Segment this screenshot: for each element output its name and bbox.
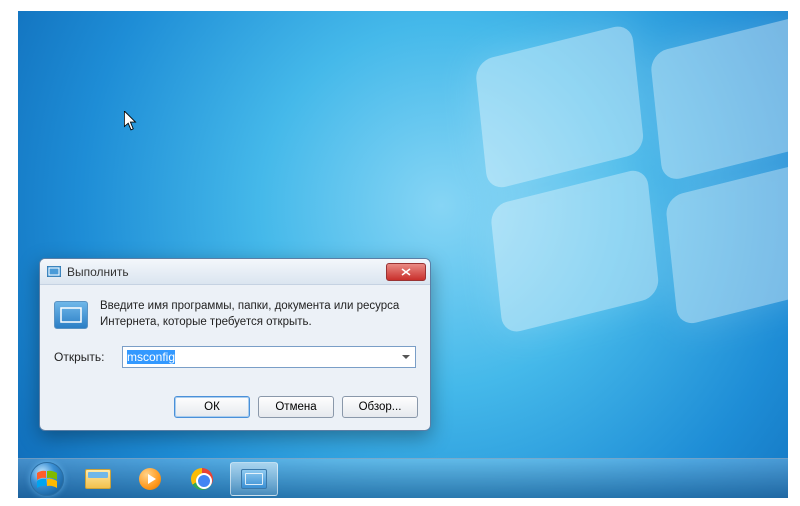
close-icon (401, 268, 411, 276)
chrome-icon (191, 468, 213, 490)
run-icon (46, 264, 62, 280)
taskbar-item-explorer[interactable] (74, 462, 122, 496)
taskbar-item-media-player[interactable] (126, 462, 174, 496)
ok-label: ОК (204, 401, 220, 413)
open-input[interactable] (125, 348, 397, 366)
windows-flag-wallpaper (473, 13, 788, 349)
open-combobox[interactable] (122, 346, 416, 368)
media-player-icon (139, 468, 161, 490)
mouse-cursor (124, 111, 138, 131)
dialog-description: Введите имя программы, папки, документа … (100, 299, 416, 330)
desktop[interactable]: Выполнить Введите имя программы, папки, … (18, 11, 788, 498)
ok-button[interactable]: ОК (174, 396, 250, 418)
explorer-icon (85, 469, 111, 489)
taskbar (18, 458, 788, 498)
taskbar-item-chrome[interactable] (178, 462, 226, 496)
chevron-down-icon[interactable] (399, 349, 413, 366)
taskbar-item-run[interactable] (230, 462, 278, 496)
titlebar[interactable]: Выполнить (40, 259, 430, 285)
dialog-title: Выполнить (67, 265, 386, 279)
cancel-button[interactable]: Отмена (258, 396, 334, 418)
cancel-label: Отмена (275, 401, 316, 413)
browse-button[interactable]: Обзор... (342, 396, 418, 418)
run-taskbar-icon (241, 469, 267, 489)
start-orb-icon (30, 462, 64, 496)
browse-label: Обзор... (359, 401, 402, 413)
open-label: Открыть: (54, 350, 112, 364)
run-dialog: Выполнить Введите имя программы, папки, … (39, 258, 431, 431)
start-button[interactable] (22, 459, 72, 499)
close-button[interactable] (386, 263, 426, 281)
run-large-icon (54, 301, 88, 329)
